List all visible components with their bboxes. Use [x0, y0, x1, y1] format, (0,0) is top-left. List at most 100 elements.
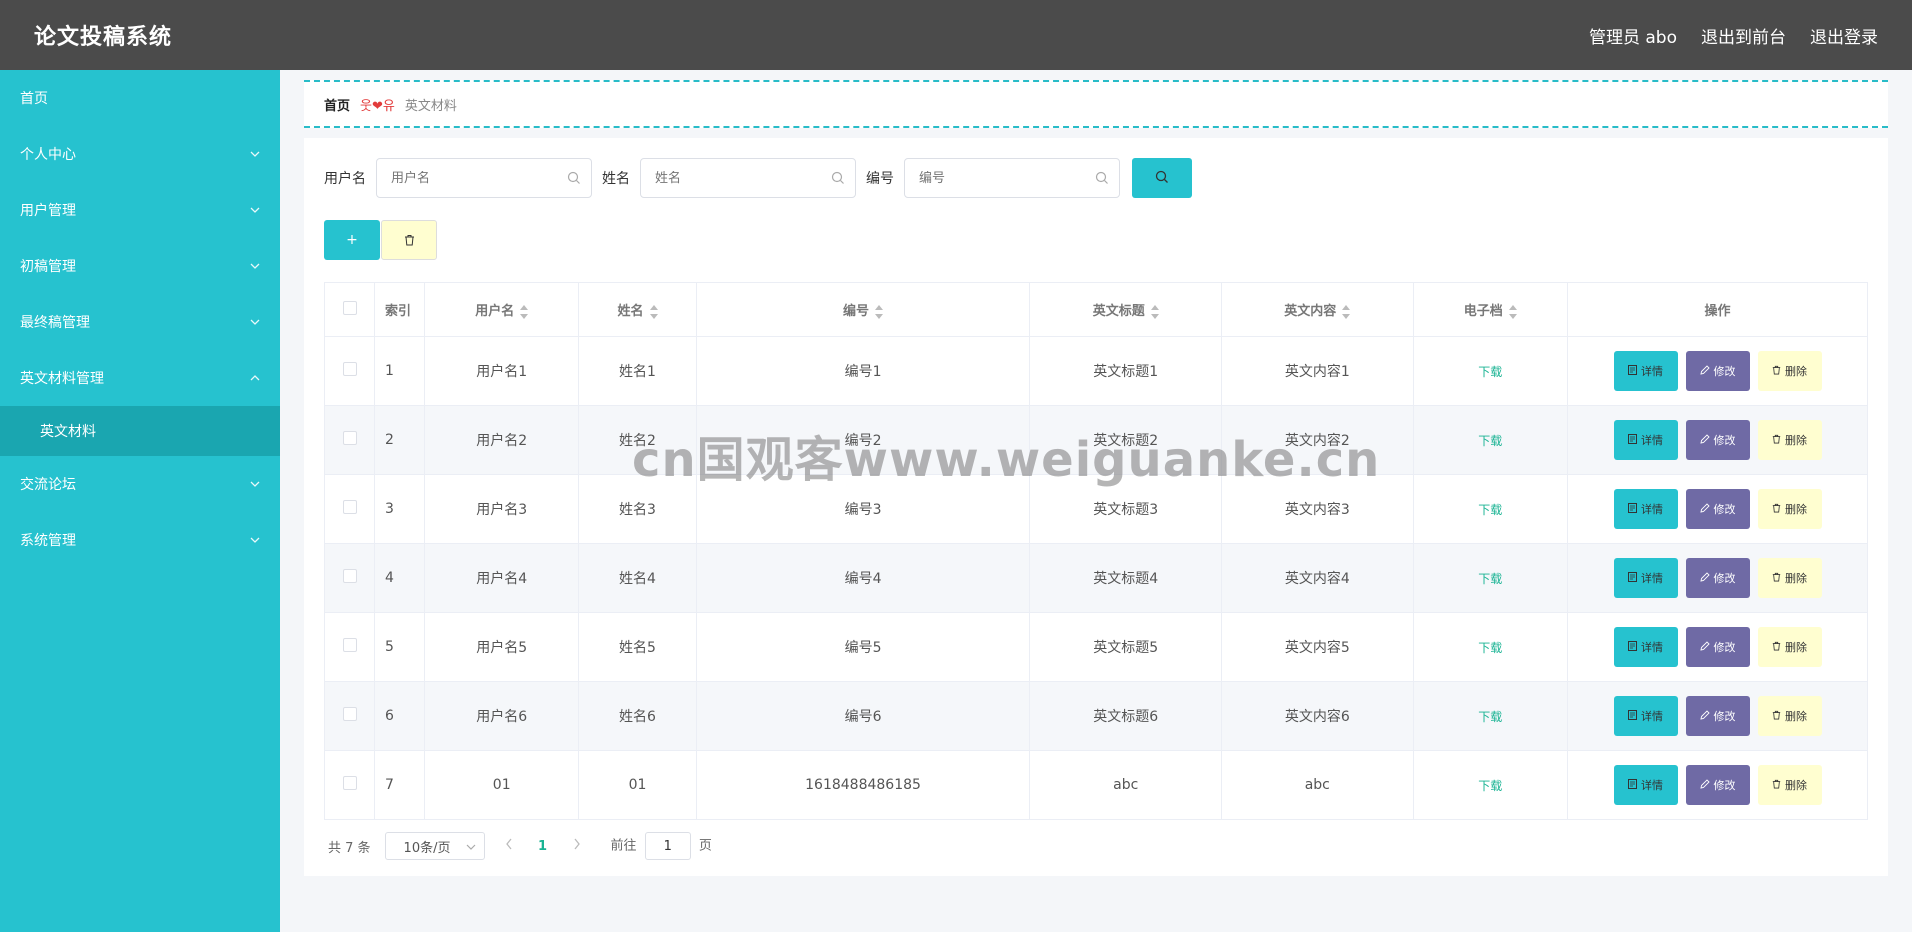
sort-icon[interactable] — [649, 304, 658, 319]
detail-button[interactable]: 详情 — [1613, 627, 1678, 667]
sidebar-item-personal-center[interactable]: 个人中心 — [0, 126, 280, 182]
number-search-field[interactable] — [904, 158, 1120, 198]
cell-index: 4 — [374, 543, 425, 613]
cell-en-content: 英文内容5 — [1221, 612, 1414, 682]
detail-button[interactable]: 详情 — [1613, 489, 1678, 529]
edit-button[interactable]: 修改 — [1685, 351, 1750, 391]
sidebar-item-forum[interactable]: 交流论坛 — [0, 456, 280, 512]
download-link[interactable]: 下载 — [1478, 641, 1502, 655]
delete-button[interactable]: 删除 — [1757, 627, 1822, 667]
edit-label: 修改 — [1713, 641, 1736, 654]
row-checkbox[interactable] — [342, 776, 357, 790]
select-all-cell — [324, 282, 375, 337]
cell-name: 姓名3 — [578, 474, 697, 544]
row-checkbox[interactable] — [342, 638, 357, 652]
number-input[interactable] — [919, 170, 1089, 186]
username-search-field[interactable] — [376, 158, 592, 198]
row-checkbox[interactable] — [342, 362, 357, 376]
download-link[interactable]: 下载 — [1478, 779, 1502, 793]
page-number-current[interactable]: 1 — [533, 839, 553, 854]
detail-button[interactable]: 详情 — [1613, 351, 1678, 391]
header-username[interactable]: 用户名 — [423, 282, 580, 337]
add-button[interactable]: + — [324, 220, 380, 260]
sidebar-subitem-english-material[interactable]: 英文材料 — [0, 406, 280, 456]
search-icon — [831, 170, 845, 189]
header-label: 英文标题 — [1092, 304, 1145, 319]
cell-en-title: 英文标题2 — [1029, 405, 1223, 475]
sidebar-item-system-management[interactable]: 系统管理 — [0, 512, 280, 568]
download-link[interactable]: 下载 — [1478, 434, 1502, 448]
chevron-up-icon — [250, 373, 260, 383]
header-en-title[interactable]: 英文标题 — [1029, 282, 1223, 337]
username-input[interactable] — [391, 170, 561, 186]
page-size-select[interactable]: 10条/页 — [384, 832, 485, 860]
cell-name: 姓名6 — [578, 681, 697, 751]
sidebar-item-english-material-management[interactable]: 英文材料管理 — [0, 350, 280, 406]
sidebar-item-home[interactable]: 首页 — [0, 70, 280, 126]
header-name[interactable]: 姓名 — [578, 282, 697, 337]
edit-button[interactable]: 修改 — [1685, 765, 1750, 805]
delete-button[interactable]: 删除 — [1757, 765, 1822, 805]
sort-icon[interactable] — [875, 304, 884, 319]
download-link[interactable]: 下载 — [1478, 365, 1502, 379]
next-page-button[interactable] — [567, 838, 587, 854]
delete-button[interactable]: 删除 — [1757, 696, 1822, 736]
pagination: 共 7 条 10条/页 1 前往 页 — [324, 832, 1868, 860]
sort-icon[interactable] — [1342, 304, 1351, 319]
sort-icon[interactable] — [1508, 304, 1517, 319]
cell-file: 下载 — [1412, 336, 1569, 406]
download-link[interactable]: 下载 — [1478, 503, 1502, 517]
row-checkbox[interactable] — [342, 431, 357, 445]
delete-button[interactable]: 删除 — [1757, 351, 1822, 391]
edit-button[interactable]: 修改 — [1685, 489, 1750, 529]
row-checkbox[interactable] — [342, 500, 357, 514]
sort-icon[interactable] — [520, 304, 529, 319]
detail-button[interactable]: 详情 — [1613, 558, 1678, 598]
pencil-icon — [1699, 571, 1710, 585]
prev-page-button[interactable] — [499, 838, 519, 854]
logout-link[interactable]: 退出登录 — [1810, 23, 1878, 48]
download-link[interactable]: 下载 — [1478, 572, 1502, 586]
header-number[interactable]: 编号 — [695, 282, 1031, 337]
edit-button[interactable]: 修改 — [1685, 696, 1750, 736]
delete-button[interactable]: 删除 — [1757, 558, 1822, 598]
document-icon — [1628, 364, 1637, 378]
header-file[interactable]: 电子档 — [1412, 282, 1569, 337]
download-link[interactable]: 下载 — [1478, 710, 1502, 724]
edit-button[interactable]: 修改 — [1685, 558, 1750, 598]
detail-button[interactable]: 详情 — [1613, 420, 1678, 460]
row-select-cell — [324, 474, 375, 544]
detail-button[interactable]: 详情 — [1613, 696, 1678, 736]
batch-delete-button[interactable] — [381, 220, 437, 260]
detail-button[interactable]: 详情 — [1613, 765, 1678, 805]
sort-icon[interactable] — [1150, 304, 1159, 319]
goto-page-input[interactable] — [644, 832, 691, 860]
row-checkbox[interactable] — [342, 569, 357, 583]
header-en-content[interactable]: 英文内容 — [1221, 282, 1414, 337]
row-checkbox[interactable] — [342, 707, 357, 721]
edit-label: 修改 — [1713, 503, 1736, 516]
chevron-down-icon — [250, 535, 260, 545]
sidebar-item-final-management[interactable]: 最终稿管理 — [0, 294, 280, 350]
delete-label: 删除 — [1785, 710, 1807, 723]
sidebar-item-draft-management[interactable]: 初稿管理 — [0, 238, 280, 294]
sidebar-item-label: 首页 — [20, 91, 48, 107]
name-input[interactable] — [655, 170, 825, 186]
sidebar-item-user-management[interactable]: 用户管理 — [0, 182, 280, 238]
sidebar: 首页 个人中心 用户管理 初稿管理 最终稿管理 英文材料管理 英文材料 交流论坛 — [0, 70, 280, 932]
document-icon — [1628, 709, 1637, 723]
delete-button[interactable]: 删除 — [1757, 489, 1822, 529]
row-actions: 详情 修改 删除 — [1568, 765, 1867, 805]
search-button[interactable] — [1132, 158, 1192, 198]
select-all-checkbox[interactable] — [342, 300, 357, 315]
cell-username: 用户名3 — [423, 474, 580, 544]
back-to-front-link[interactable]: 退出到前台 — [1701, 23, 1786, 48]
edit-button[interactable]: 修改 — [1685, 627, 1750, 667]
cell-number: 1618488486185 — [695, 750, 1031, 820]
admin-user-label[interactable]: 管理员 abo — [1589, 23, 1677, 48]
header-label: 编号 — [843, 304, 870, 319]
name-search-field[interactable] — [640, 158, 856, 198]
delete-button[interactable]: 删除 — [1757, 420, 1822, 460]
edit-button[interactable]: 修改 — [1685, 420, 1750, 460]
breadcrumb-home[interactable]: 首页 — [324, 95, 350, 114]
